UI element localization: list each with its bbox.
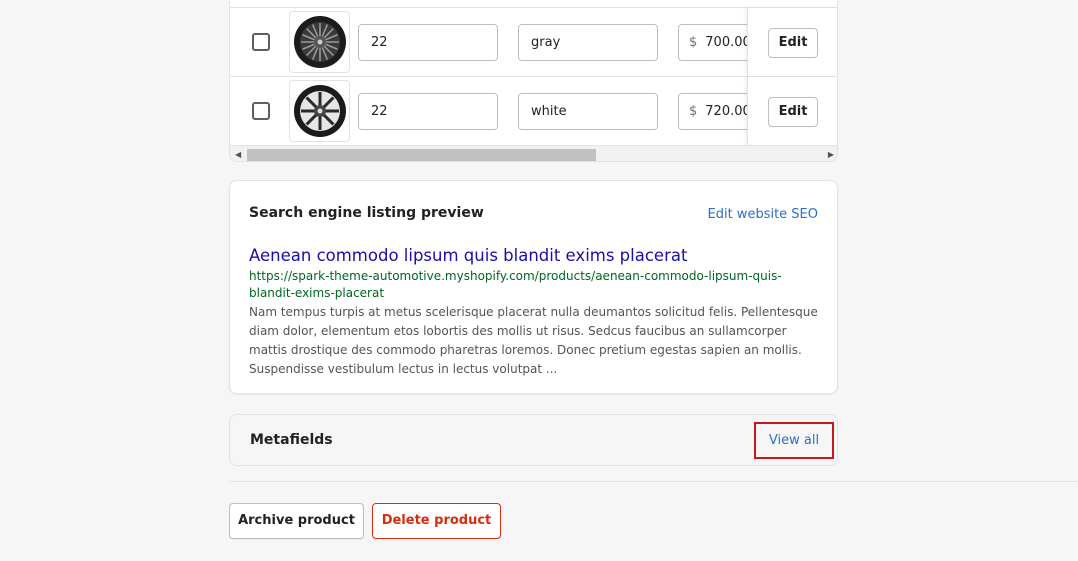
delete-product-button[interactable]: Delete product — [372, 503, 501, 539]
metafields-heading: Metafields — [250, 432, 333, 448]
variant-row: 22 white $720.00 Edit — [230, 76, 837, 146]
variant-image[interactable] — [289, 80, 350, 142]
edit-variant-button[interactable]: Edit — [768, 97, 818, 127]
seo-description: Nam tempus turpis at metus scelerisque p… — [249, 305, 818, 376]
variant-image[interactable] — [289, 11, 350, 73]
variant-price-input[interactable]: $700.00 — [678, 24, 758, 61]
metafields-card: Metafields View all — [229, 414, 838, 466]
price-value: 720.00 — [705, 104, 751, 119]
variant-color-input[interactable]: white — [518, 93, 658, 130]
variant-size-input[interactable]: 22 — [358, 93, 498, 130]
view-all-metafields-button[interactable]: View all — [754, 422, 834, 459]
scroll-right-arrow-icon[interactable]: ▶ — [828, 150, 834, 159]
variant-checkbox[interactable] — [252, 33, 270, 51]
scrollbar-thumb[interactable] — [247, 149, 596, 161]
horizontal-scrollbar[interactable]: ◀ ▶ — [230, 145, 837, 161]
seo-url: https://spark-theme-automotive.myshopify… — [249, 269, 782, 300]
variant-checkbox[interactable] — [252, 102, 270, 120]
currency-symbol: $ — [689, 35, 698, 50]
variant-price-input[interactable]: $720.00 — [678, 93, 758, 130]
edit-variant-button[interactable]: Edit — [768, 28, 818, 58]
edit-website-seo-link[interactable]: Edit website SEO — [708, 207, 819, 222]
variant-row: 22 gray $700.00 Edit — [230, 7, 837, 77]
seo-heading: Search engine listing preview — [249, 205, 484, 221]
variant-actions-column: Edit — [747, 8, 837, 77]
seo-page-title: Aenean commodo lipsum quis blandit exims… — [249, 246, 688, 265]
price-value: 700.00 — [705, 35, 751, 50]
wheel-icon — [293, 16, 346, 68]
archive-product-button[interactable]: Archive product — [229, 503, 364, 539]
variants-table: 22 gray $700.00 Edit 22 white $720.00 Ed… — [229, 0, 838, 162]
seo-preview-card: Search engine listing preview Edit websi… — [229, 180, 838, 394]
variant-size-input[interactable]: 22 — [358, 24, 498, 61]
wheel-icon — [293, 85, 346, 137]
variant-color-input[interactable]: gray — [518, 24, 658, 61]
divider — [229, 481, 1078, 482]
scroll-left-arrow-icon[interactable]: ◀ — [235, 150, 241, 159]
currency-symbol: $ — [689, 104, 698, 119]
variant-actions-column: Edit — [747, 77, 837, 146]
